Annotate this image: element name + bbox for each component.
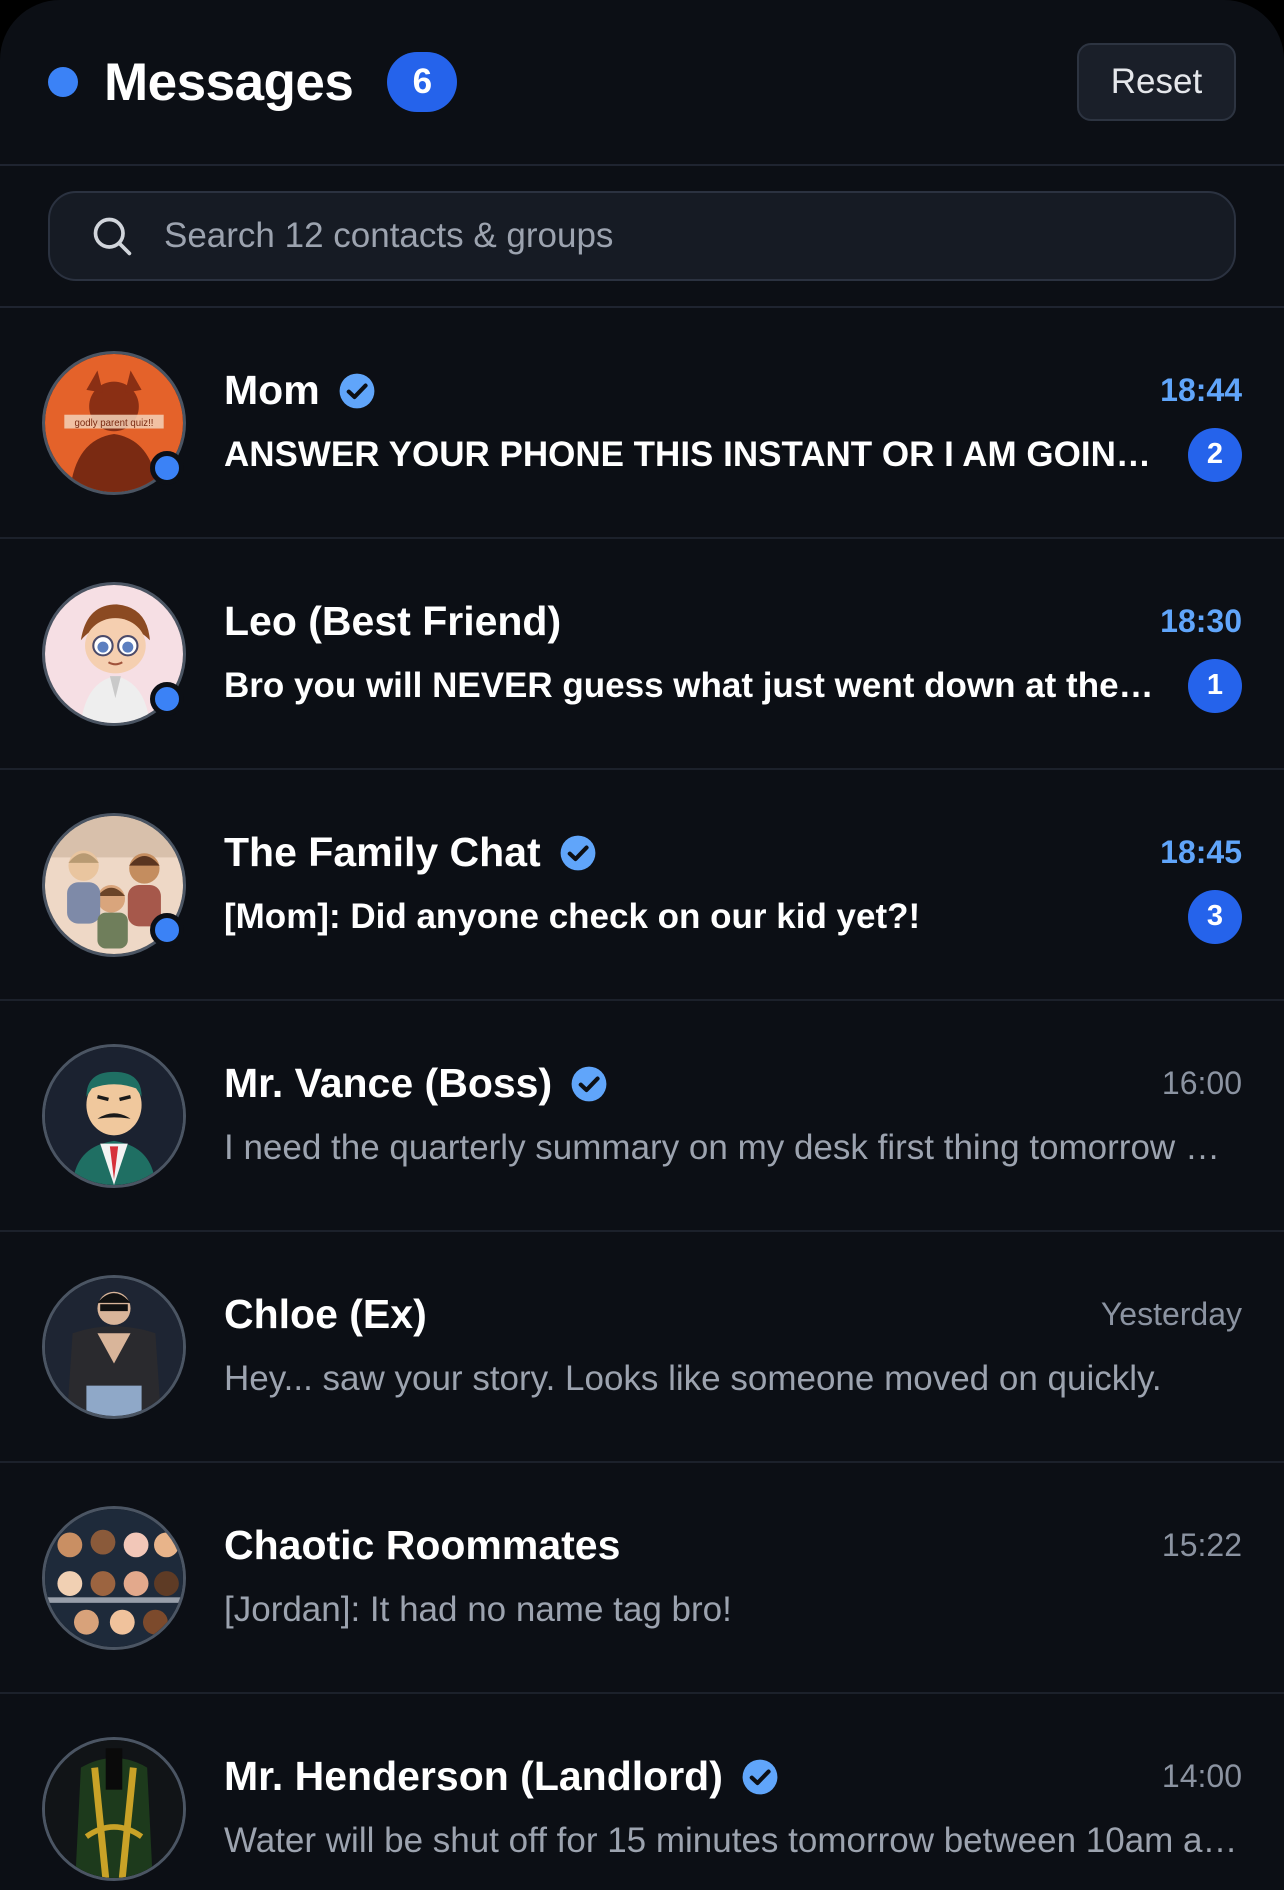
message-time: 18:44 <box>1160 372 1242 408</box>
search-icon <box>93 217 132 256</box>
search-bar <box>0 166 1284 308</box>
live-status-dot <box>48 67 78 97</box>
header: Messages 6 Reset <box>0 0 1284 166</box>
message-time: 15:22 <box>1161 1527 1242 1563</box>
contact-name: Mom <box>224 367 320 413</box>
conversation-content: Mr. Henderson (Landlord) 14:00 Water wil… <box>224 1749 1242 1869</box>
conversation-content: Chloe (Ex) Yesterday Hey... saw your sto… <box>224 1287 1242 1407</box>
conversation-content: Mom 18:44 ANSWER YOUR PHONE THIS INSTANT… <box>224 363 1242 483</box>
conversation-row-family-chat[interactable]: The Family Chat 18:45 [Mom]: Did anyone … <box>0 770 1284 1001</box>
avatar <box>42 1505 186 1650</box>
contact-name: Chloe (Ex) <box>224 1291 427 1337</box>
unread-badge: 1 <box>1188 658 1242 713</box>
unread-badge: 2 <box>1188 427 1242 482</box>
avatar <box>42 1274 186 1419</box>
online-status-dot <box>150 681 184 716</box>
message-time: 18:30 <box>1160 603 1242 639</box>
online-status-dot <box>150 912 184 947</box>
avatar <box>42 1043 186 1188</box>
conversation-content: Leo (Best Friend) 18:30 Bro you will NEV… <box>224 594 1242 714</box>
message-preview: [Jordan]: It had no name tag bro! <box>224 1589 732 1629</box>
conversation-row-chaotic-roommates[interactable]: Chaotic Roommates 15:22 [Jordan]: It had… <box>0 1463 1284 1694</box>
verified-check-icon <box>742 1759 778 1794</box>
message-preview: Hey... saw your story. Looks like someon… <box>224 1358 1162 1398</box>
search-box[interactable] <box>48 191 1236 281</box>
contact-name: The Family Chat <box>224 829 541 875</box>
message-time: 18:45 <box>1160 834 1242 870</box>
verified-check-icon <box>560 835 596 870</box>
conversation-content: Mr. Vance (Boss) 16:00 I need the quarte… <box>224 1056 1242 1176</box>
avatar-container <box>42 1505 186 1650</box>
avatar-container <box>42 581 186 726</box>
message-preview: I need the quarterly summary on my desk … <box>224 1127 1242 1167</box>
unread-badge: 3 <box>1188 889 1242 944</box>
conversation-content: The Family Chat 18:45 [Mom]: Did anyone … <box>224 825 1242 945</box>
search-input[interactable] <box>164 193 1234 279</box>
avatar <box>42 1736 186 1881</box>
conversation-list: godly parent quiz!! Mom 18:44 ANSWER YOU… <box>0 308 1284 1890</box>
contact-name: Mr. Henderson (Landlord) <box>224 1753 723 1799</box>
message-time: 16:00 <box>1161 1065 1242 1101</box>
conversation-row-mr-henderson[interactable]: Mr. Henderson (Landlord) 14:00 Water wil… <box>0 1694 1284 1890</box>
conversation-row-chloe[interactable]: Chloe (Ex) Yesterday Hey... saw your sto… <box>0 1232 1284 1463</box>
reset-button[interactable]: Reset <box>1077 43 1236 121</box>
page-title: Messages <box>104 52 354 112</box>
conversation-row-leo[interactable]: Leo (Best Friend) 18:30 Bro you will NEV… <box>0 539 1284 770</box>
message-time: Yesterday <box>1100 1296 1242 1332</box>
message-preview: ANSWER YOUR PHONE THIS INSTANT OR I AM G… <box>224 434 1162 474</box>
messages-panel: Messages 6 Reset Search 12 contacts & gr… <box>0 0 1284 1890</box>
message-preview: Water will be shut off for 15 minutes to… <box>224 1820 1242 1860</box>
message-time: 14:00 <box>1161 1758 1242 1794</box>
message-preview: [Mom]: Did anyone check on our kid yet?! <box>224 896 921 936</box>
avatar-container <box>42 1043 186 1188</box>
avatar-container: godly parent quiz!! <box>42 350 186 495</box>
conversation-row-mr-vance[interactable]: Mr. Vance (Boss) 16:00 I need the quarte… <box>0 1001 1284 1232</box>
contact-name: Mr. Vance (Boss) <box>224 1060 553 1106</box>
avatar-caption: godly parent quiz!! <box>75 417 154 428</box>
conversation-row-mom[interactable]: godly parent quiz!! Mom 18:44 ANSWER YOU… <box>0 308 1284 539</box>
verified-check-icon <box>339 373 375 408</box>
avatar-container <box>42 1274 186 1419</box>
contact-name: Chaotic Roommates <box>224 1522 621 1568</box>
unread-count-badge: 6 <box>387 52 458 112</box>
message-preview: Bro you will NEVER guess what just went … <box>224 665 1162 705</box>
conversation-content: Chaotic Roommates 15:22 [Jordan]: It had… <box>224 1518 1242 1638</box>
online-status-dot <box>150 450 184 485</box>
avatar-container <box>42 1736 186 1881</box>
avatar-container <box>42 812 186 957</box>
verified-check-icon <box>571 1066 607 1101</box>
contact-name: Leo (Best Friend) <box>224 598 562 644</box>
